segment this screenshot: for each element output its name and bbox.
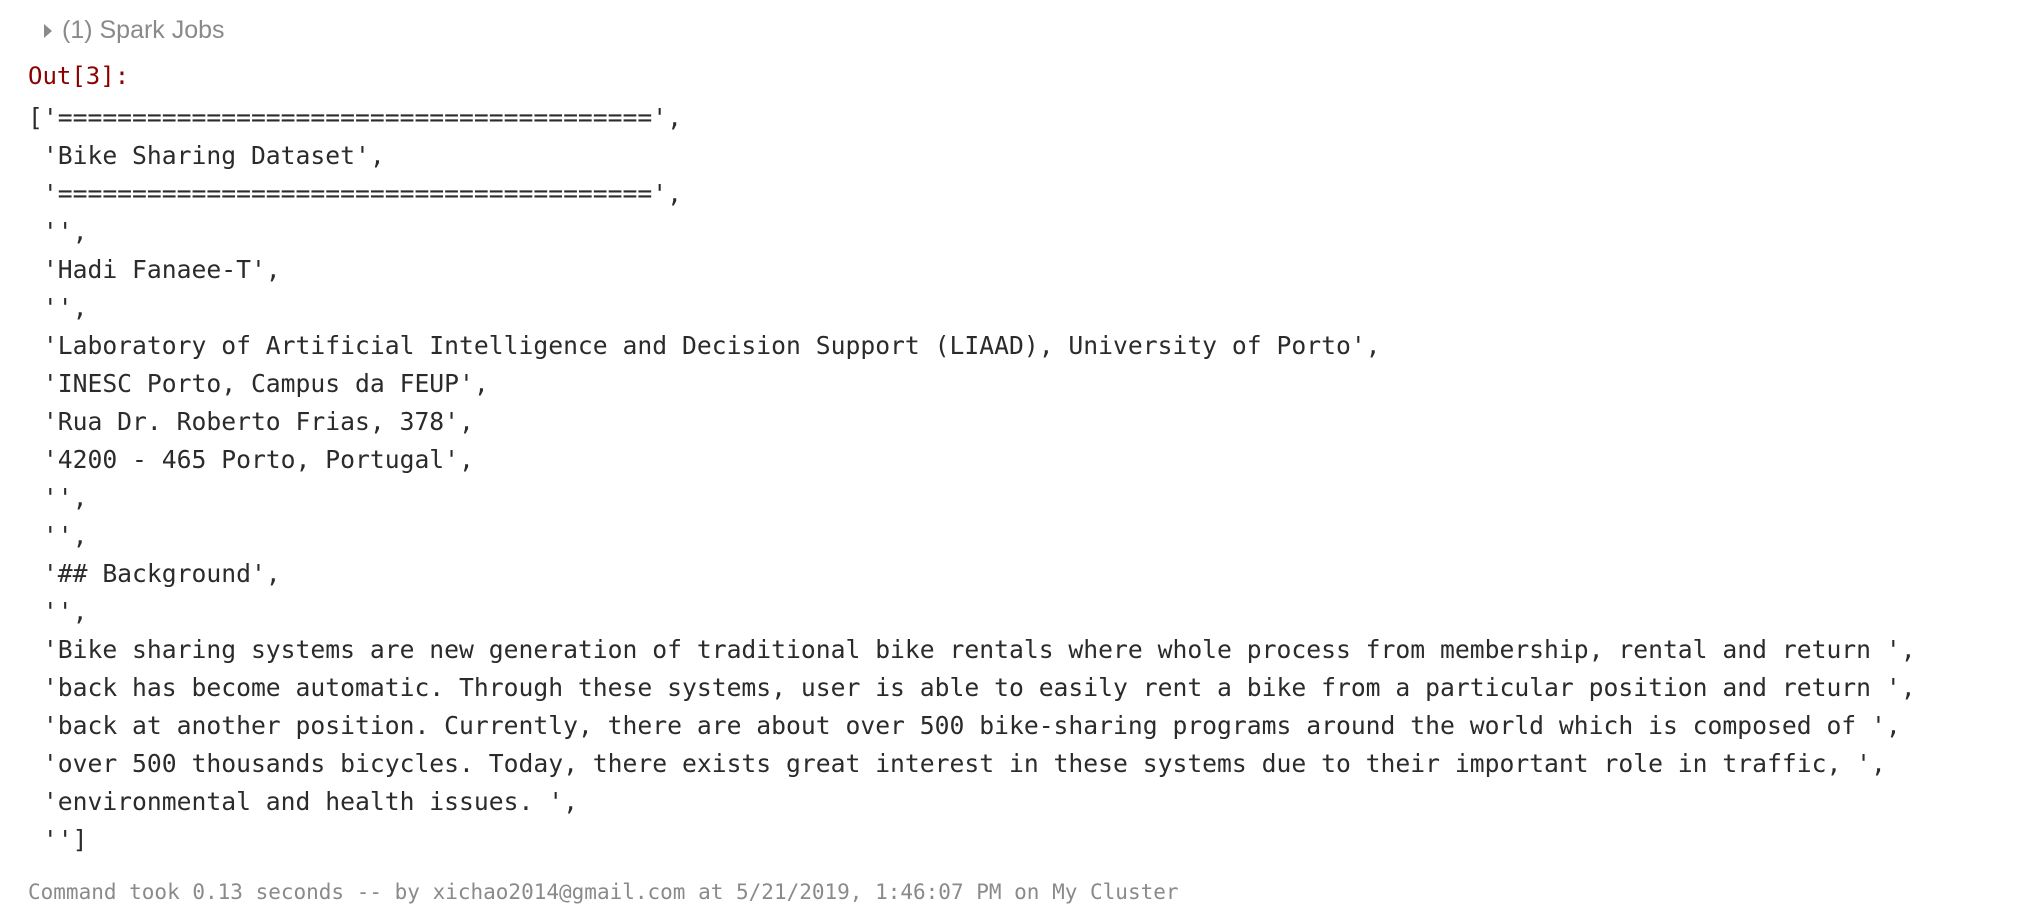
- cell-output: ['======================================…: [28, 99, 2018, 859]
- output-line: 'Bike sharing systems are new generation…: [28, 635, 1916, 664]
- output-line: '=======================================…: [28, 179, 682, 208]
- spark-jobs-label: (1) Spark Jobs: [62, 16, 225, 44]
- output-line: 'Hadi Fanaee-T',: [28, 255, 281, 284]
- output-line: 'INESC Porto, Campus da FEUP',: [28, 369, 489, 398]
- output-line: '',: [28, 217, 88, 246]
- output-line: '']: [28, 825, 88, 854]
- output-line: 'environmental and health issues. ',: [28, 787, 578, 816]
- spark-jobs-toggle[interactable]: (1) Spark Jobs: [44, 16, 225, 45]
- notebook-cell: (1) Spark Jobs Out[3]: ['===============…: [0, 0, 2032, 912]
- output-line: '',: [28, 521, 88, 550]
- output-line: 'Rua Dr. Roberto Frias, 378',: [28, 407, 474, 436]
- output-line: '## Background',: [28, 559, 281, 588]
- output-line: ['======================================…: [28, 103, 682, 132]
- output-line: 'Laboratory of Artificial Intelligence a…: [28, 331, 1381, 360]
- caret-right-icon: [44, 23, 52, 38]
- output-line: 'Bike Sharing Dataset',: [28, 141, 385, 170]
- output-line: 'over 500 thousands bicycles. Today, the…: [28, 749, 1886, 778]
- command-status: Command took 0.13 seconds -- by xichao20…: [28, 880, 1179, 904]
- output-line: '',: [28, 483, 88, 512]
- output-line: '4200 - 465 Porto, Portugal',: [28, 445, 474, 474]
- output-line: '',: [28, 293, 88, 322]
- output-prompt: Out[3]:: [28, 62, 130, 90]
- output-line: 'back has become automatic. Through thes…: [28, 673, 1916, 702]
- output-line: 'back at another position. Currently, th…: [28, 711, 1901, 740]
- output-line: '',: [28, 597, 88, 626]
